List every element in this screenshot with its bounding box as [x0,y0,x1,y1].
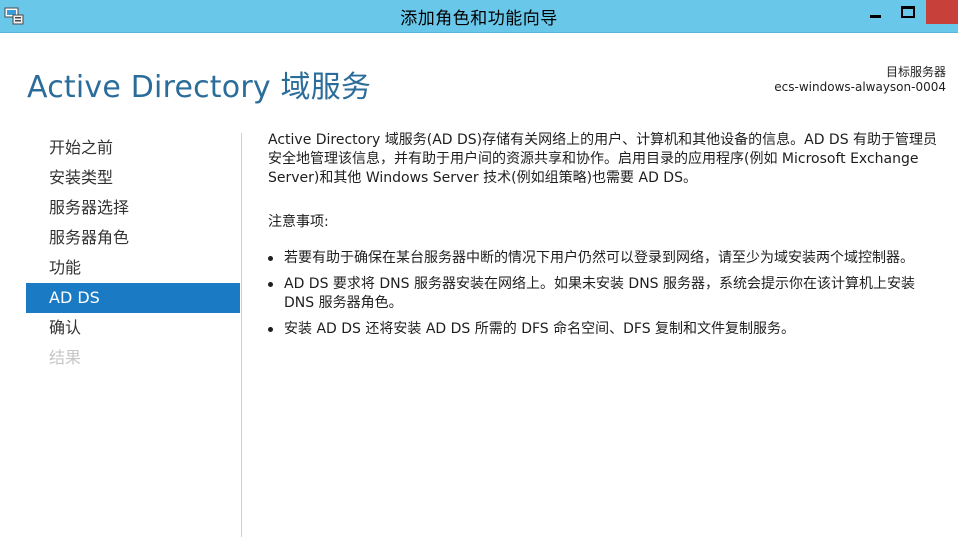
bullet-icon [268,327,273,332]
notes-list: 若要有助于确保在某台服务器中断的情况下用户仍然可以登录到网络，请至少为域安装两个… [268,249,948,339]
bullet-icon [268,282,273,287]
note-text: 若要有助于确保在某台服务器中断的情况下用户仍然可以登录到网络，请至少为域安装两个… [284,250,914,266]
nav-item-ad-ds[interactable]: AD DS [26,283,240,313]
wizard-steps-nav: 开始之前 安装类型 服务器选择 服务器角色 功能 AD DS 确认 结果 [26,133,240,373]
nav-item-confirmation[interactable]: 确认 [26,313,240,343]
maximize-button[interactable] [893,0,923,24]
note-text: 安装 AD DS 还将安装 AD DS 所需的 DFS 命名空间、DFS 复制和… [284,321,796,337]
nav-item-before-you-begin[interactable]: 开始之前 [26,133,240,163]
page-title: Active Directory 域服务 [27,70,372,105]
nav-item-features[interactable]: 功能 [26,253,240,283]
title-bar: 添加角色和功能向导 [0,0,958,33]
nav-item-results: 结果 [49,348,82,367]
minimize-button[interactable] [857,0,893,24]
nav-divider [241,133,242,537]
minimize-icon [869,15,881,18]
nav-item-server-selection[interactable]: 服务器选择 [26,193,240,223]
destination-server-name: ecs-windows-alwayson-0004 [774,80,946,94]
note-text: AD DS 要求将 DNS 服务器安装在网络上。如果未安装 DNS 服务器，系统… [284,276,916,311]
notes-heading: 注意事项: [268,214,329,230]
description-text: Active Directory 域服务(AD DS)存储有关网络上的用户、计算… [268,132,938,186]
maximize-icon [901,6,915,18]
destination-server-label: 目标服务器 [885,65,946,79]
window-title: 添加角色和功能向导 [400,9,558,29]
list-item: 安装 AD DS 还将安装 AD DS 所需的 DFS 命名空间、DFS 复制和… [268,320,948,339]
list-item: 若要有助于确保在某台服务器中断的情况下用户仍然可以登录到网络，请至少为域安装两个… [268,249,948,268]
bullet-icon [268,256,273,261]
content-pane: Active Directory 域服务(AD DS)存储有关网络上的用户、计算… [268,131,948,346]
list-item: AD DS 要求将 DNS 服务器安装在网络上。如果未安装 DNS 服务器，系统… [268,275,948,313]
nav-item-server-roles[interactable]: 服务器角色 [26,223,240,253]
close-button[interactable] [926,0,958,24]
nav-item-installation-type[interactable]: 安装类型 [26,163,240,193]
